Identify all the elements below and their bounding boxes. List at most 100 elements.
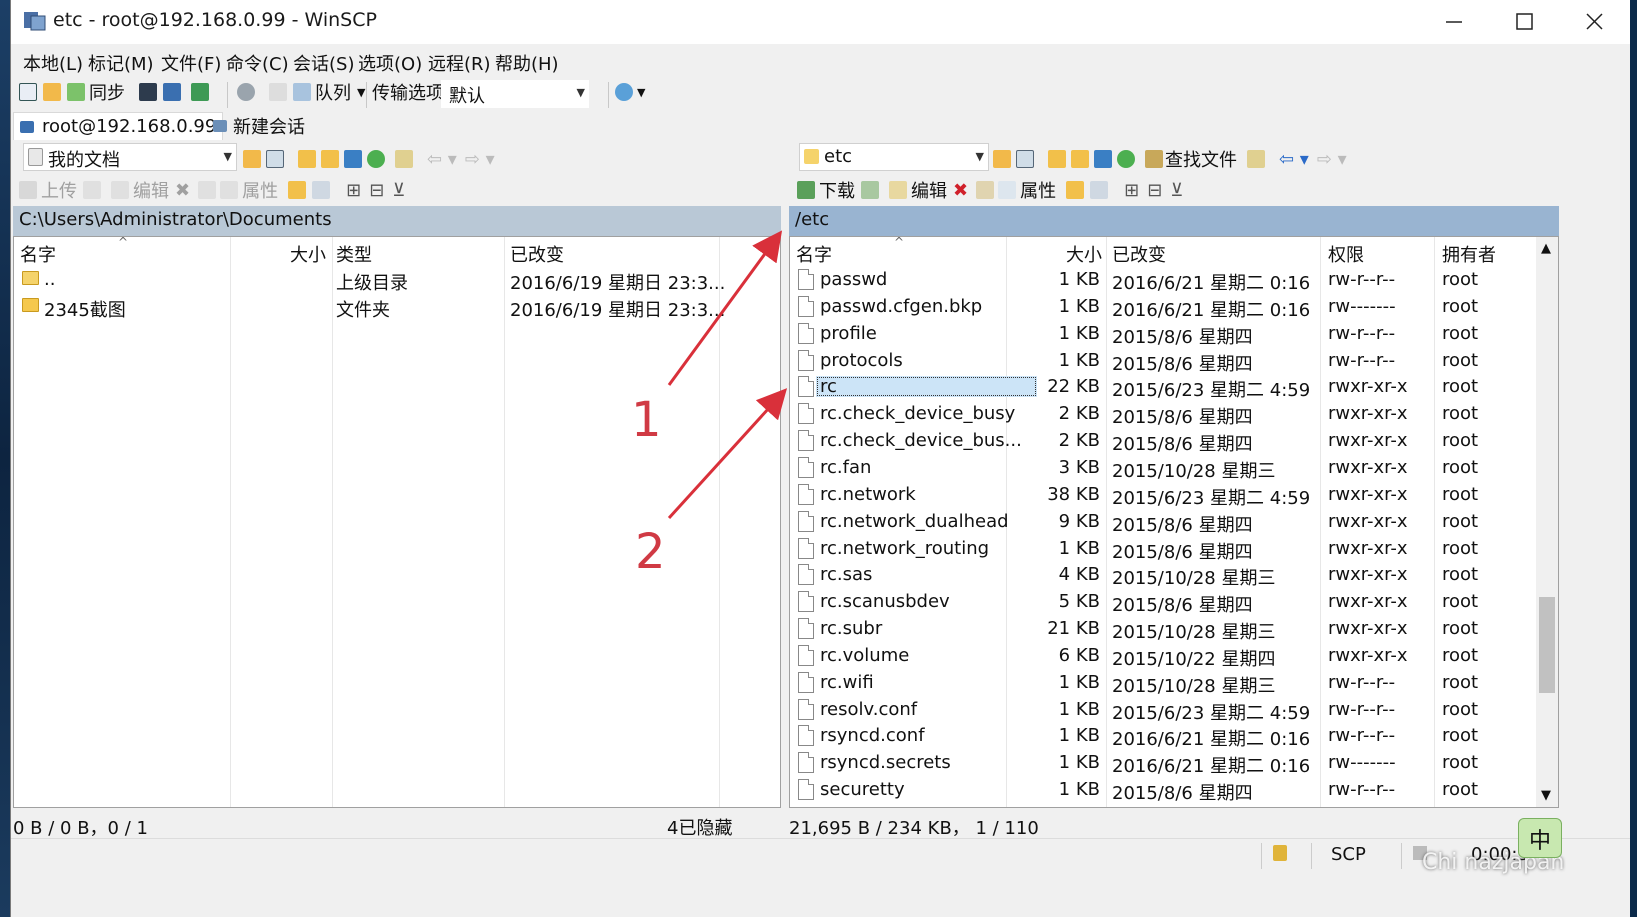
rename-icon[interactable] <box>198 181 217 199</box>
filter-icon[interactable] <box>266 150 284 168</box>
parent-dir-icon[interactable] <box>1048 150 1066 168</box>
rename-icon[interactable] <box>976 181 995 199</box>
tab-session-root[interactable]: root@192.168.0.99 <box>13 112 224 140</box>
compare-dirs-icon[interactable] <box>19 83 37 101</box>
local-col-size[interactable]: 大小 <box>290 241 326 267</box>
refresh-session-icon[interactable] <box>191 83 209 101</box>
menu-commands[interactable]: 命令(C) <box>226 50 289 76</box>
delete-icon[interactable]: ✖ <box>953 180 968 201</box>
open-folder-icon[interactable] <box>243 150 261 168</box>
remote-file-row[interactable]: passwd 1 KB 2016/6/21 星期二 0:16 rw-r--r-- roo… <box>790 267 1558 294</box>
new-file-icon[interactable] <box>312 181 331 199</box>
remote-file-row[interactable]: rc.check_device_busy 2 KB 2015/8/6 星期四 rwxr… <box>790 401 1558 428</box>
panel-splitter[interactable] <box>782 140 788 812</box>
putty-icon[interactable] <box>163 83 181 101</box>
download-label[interactable]: 下载 <box>819 177 855 203</box>
select-all-icon[interactable]: ⊞ <box>346 180 361 201</box>
queue-icon[interactable] <box>293 83 311 101</box>
local-col-changed[interactable]: 已改变 <box>510 241 564 267</box>
remote-file-row[interactable]: rc.fan 3 KB 2015/10/28 星期三 rwxr-xr-x root <box>790 455 1558 482</box>
menu-remote[interactable]: 远程(R) <box>428 50 491 76</box>
synchronize-label[interactable]: 同步 <box>89 79 125 105</box>
properties-icon[interactable] <box>220 181 239 199</box>
remote-file-row[interactable]: rsyncd.secrets 1 KB 2016/6/21 星期二 0:16 rw--… <box>790 750 1558 777</box>
upload-label[interactable]: 上传 <box>41 177 77 203</box>
ime-indicator[interactable]: 中 <box>1518 818 1562 858</box>
edit-icon[interactable] <box>889 181 907 199</box>
remote-file-row[interactable]: rc.check_device_bus... 2 KB 2015/8/6 星期四 rw… <box>790 428 1558 455</box>
menu-mark[interactable]: 标记(M) <box>88 50 154 76</box>
remote-scrollbar[interactable]: ▲ ▼ <box>1536 237 1558 807</box>
transfer-preset-select[interactable]: 默认 ▼ <box>441 80 589 108</box>
filter-select-icon[interactable]: ⊻ <box>1170 180 1183 201</box>
edit-icon[interactable] <box>111 181 129 199</box>
unselect-icon[interactable]: ⊟ <box>369 180 384 201</box>
back-arrow-icon[interactable]: ⇦ ▾ <box>427 149 457 170</box>
queue-off-icon[interactable] <box>269 83 287 101</box>
home-icon[interactable] <box>344 150 362 168</box>
parent-dir-icon[interactable] <box>298 150 316 168</box>
local-row-folder[interactable]: 2345截图 文件夹 2016/6/19 星期日 23:3... <box>14 294 780 321</box>
upload-icon[interactable] <box>19 181 37 199</box>
console-icon[interactable] <box>139 83 157 101</box>
edit-label[interactable]: 编辑 <box>133 177 169 203</box>
remote-col-name[interactable]: 名字 <box>796 241 832 267</box>
refresh-icon[interactable] <box>367 150 385 168</box>
remote-file-row[interactable]: rc 22 KB 2015/6/23 星期二 4:59 rwxr-xr-x root <box>790 374 1558 401</box>
properties-label[interactable]: 属性 <box>1020 177 1056 203</box>
scroll-down-icon[interactable]: ▼ <box>1541 788 1551 803</box>
remote-file-row[interactable]: rc.wifi 1 KB 2015/10/28 星期三 rw-r--r-- root <box>790 670 1558 697</box>
remote-file-row[interactable]: rc.subr 21 KB 2015/10/28 星期三 rwxr-xr-x root <box>790 616 1558 643</box>
local-row-parent[interactable]: .. 上级目录 2016/6/19 星期日 23:3... <box>14 267 780 294</box>
download-options-icon[interactable] <box>861 181 879 199</box>
queue-label[interactable]: 队列 <box>315 79 351 105</box>
refresh-icon[interactable] <box>1117 150 1135 168</box>
remote-file-row[interactable]: rc.volume 6 KB 2015/10/22 星期四 rwxr-xr-x root <box>790 643 1558 670</box>
remote-file-row[interactable]: profile 1 KB 2015/8/6 星期四 rw-r--r-- root <box>790 321 1558 348</box>
filter-icon[interactable] <box>1016 150 1034 168</box>
upload-options-icon[interactable] <box>83 181 101 199</box>
remote-col-changed[interactable]: 已改变 <box>1112 241 1166 267</box>
remote-location-select[interactable]: etc ▼ <box>799 143 989 171</box>
preferences-gear-icon[interactable] <box>237 83 255 101</box>
unselect-icon[interactable]: ⊟ <box>1147 180 1162 201</box>
root-dir-icon[interactable] <box>1071 150 1089 168</box>
scrollbar-thumb[interactable] <box>1539 597 1555 693</box>
new-file-icon[interactable] <box>1090 181 1109 199</box>
queue-dropdown-icon[interactable]: ▼ <box>357 86 365 99</box>
chevron-down-icon[interactable]: ▼ <box>637 86 645 99</box>
remote-file-row[interactable]: rc.network 38 KB 2015/6/23 星期二 4:59 rwxr-xr… <box>790 482 1558 509</box>
local-file-list[interactable]: 名字 ^ 大小 类型 已改变 .. 上级目录 2016/6/19 星期日 23:… <box>13 236 781 808</box>
properties-label[interactable]: 属性 <box>242 177 278 203</box>
remote-file-row[interactable]: passwd.cfgen.bkp 1 KB 2016/6/21 星期二 0:16 rw… <box>790 294 1558 321</box>
remote-file-row[interactable]: protocols 1 KB 2015/8/6 星期四 rw-r--r-- root <box>790 348 1558 375</box>
download-icon[interactable] <box>797 181 815 199</box>
delete-icon[interactable]: ✖ <box>175 180 190 201</box>
tree-icon[interactable] <box>395 150 413 168</box>
synchronize-icon[interactable] <box>67 83 85 101</box>
remote-file-list[interactable]: 名字 ^ 大小 已改变 权限 拥有者 passwd 1 KB 2016/6/21 星… <box>789 236 1559 808</box>
remote-file-row[interactable]: rc.sas 4 KB 2015/10/28 星期三 rwxr-xr-x root <box>790 562 1558 589</box>
filter-select-icon[interactable]: ⊻ <box>392 180 405 201</box>
sync-browse-icon[interactable] <box>43 83 61 101</box>
maximize-button[interactable] <box>1490 0 1560 44</box>
close-button[interactable] <box>1560 0 1630 44</box>
menu-local[interactable]: 本地(L) <box>23 50 83 76</box>
menu-session[interactable]: 会话(S) <box>293 50 354 76</box>
remote-col-rights[interactable]: 权限 <box>1328 241 1364 267</box>
local-location-select[interactable]: 我的文档 ▼ <box>23 143 237 171</box>
open-folder-icon[interactable] <box>993 150 1011 168</box>
remote-file-row[interactable]: rc.network_routing 1 KB 2015/8/6 星期四 rwxr-x… <box>790 536 1558 563</box>
menu-files[interactable]: 文件(F) <box>161 50 221 76</box>
menu-help[interactable]: 帮助(H) <box>495 50 559 76</box>
new-folder-icon[interactable] <box>288 181 307 199</box>
back-arrow-icon[interactable]: ⇦ ▾ <box>1279 149 1309 170</box>
select-all-icon[interactable]: ⊞ <box>1124 180 1139 201</box>
menu-options[interactable]: 选项(O) <box>358 50 422 76</box>
edit-label[interactable]: 编辑 <box>911 177 947 203</box>
forward-arrow-icon[interactable]: ⇨ ▾ <box>1317 149 1347 170</box>
root-dir-icon[interactable] <box>321 150 339 168</box>
new-session-icon[interactable] <box>615 83 633 101</box>
remote-file-row[interactable]: securetty 1 KB 2015/8/6 星期四 rw-r--r-- root <box>790 777 1558 804</box>
remote-col-owner[interactable]: 拥有者 <box>1442 241 1496 267</box>
